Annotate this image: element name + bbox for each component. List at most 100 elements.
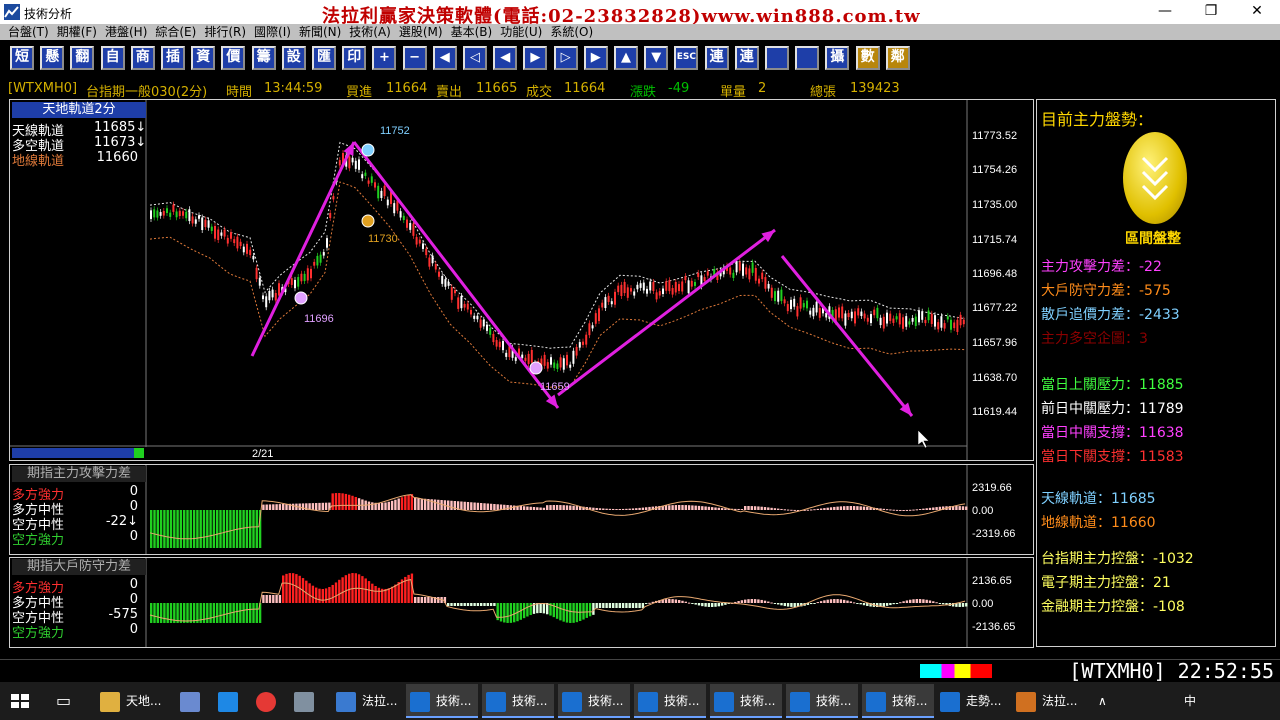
taskbar-item[interactable]: 技術... bbox=[862, 684, 934, 718]
toolbar-button-26[interactable] bbox=[795, 46, 820, 70]
chrome-icon[interactable] bbox=[256, 684, 284, 718]
histogram-bar bbox=[506, 505, 509, 510]
histogram-bar bbox=[615, 508, 618, 510]
candle-body bbox=[191, 216, 194, 224]
histogram-bar bbox=[763, 507, 767, 510]
taskbar-item[interactable]: 技術... bbox=[406, 684, 478, 718]
histogram-bar bbox=[324, 588, 328, 603]
toolbar-button-15[interactable]: ◁ bbox=[463, 46, 487, 70]
histogram-bar bbox=[249, 510, 252, 548]
attack-diff-panel[interactable]: 2319.66 0.00 -2319.66 期指主力攻擊力差 多方強力 0 多方中性 0… bbox=[9, 464, 1034, 555]
histogram-bar bbox=[559, 603, 562, 621]
histogram-bar bbox=[357, 498, 361, 510]
menu-item-technical[interactable]: 技術(A) bbox=[349, 24, 391, 40]
scroll-track[interactable] bbox=[12, 448, 144, 458]
toolbar-button-8[interactable]: 籌 bbox=[251, 46, 276, 70]
menu-item-screener[interactable]: 選股(M) bbox=[399, 24, 443, 40]
candle-body bbox=[866, 317, 869, 322]
toolbar-button-13[interactable]: − bbox=[402, 46, 427, 70]
histogram-bar bbox=[212, 510, 216, 548]
toolbar-button-3[interactable]: 自 bbox=[100, 46, 125, 70]
taskbar-item[interactable]: 技術... bbox=[558, 684, 630, 718]
scroll-thumb[interactable] bbox=[134, 448, 144, 458]
toolbar-button-21[interactable]: ▼ bbox=[644, 46, 669, 70]
signal-marker-icon[interactable] bbox=[361, 214, 375, 228]
histogram-bar bbox=[691, 505, 694, 510]
menu-item-intl[interactable]: 國際(I) bbox=[254, 24, 291, 40]
toolbar-button-16[interactable]: ◀ bbox=[493, 46, 518, 70]
toolbar-button-10[interactable]: 匯 bbox=[312, 46, 336, 70]
histogram-bar bbox=[473, 603, 476, 606]
toolbar-button-14[interactable]: ◀ bbox=[432, 46, 457, 70]
ime-indicator[interactable]: 中 bbox=[1184, 684, 1200, 718]
toolbar-button-4[interactable]: 商 bbox=[130, 46, 155, 70]
toolbar-button-20[interactable]: ▲ bbox=[614, 46, 638, 70]
taskbar-item[interactable]: 法拉... bbox=[1012, 684, 1084, 718]
taskbar-item[interactable]: 法拉... bbox=[332, 684, 404, 718]
edge-icon[interactable] bbox=[218, 684, 246, 718]
menu-item-ranking[interactable]: 排行(R) bbox=[204, 24, 246, 40]
candle-body bbox=[476, 315, 479, 320]
toolbar-button-2[interactable]: 翻 bbox=[70, 46, 95, 70]
toolbar-button-23[interactable]: 連 bbox=[704, 46, 729, 70]
taskbar-item[interactable]: 技術... bbox=[634, 684, 706, 718]
histogram-bar bbox=[918, 509, 922, 511]
toolbar-button-25[interactable] bbox=[765, 46, 789, 70]
toolbar-button-11[interactable]: 印 bbox=[342, 46, 367, 70]
minimize-button[interactable]: — bbox=[1142, 0, 1188, 24]
toolbar-button-19[interactable]: ▶ bbox=[583, 46, 608, 70]
menu-item-hk[interactable]: 港盤(H) bbox=[105, 24, 147, 40]
task-view-icon[interactable]: ▭ bbox=[56, 684, 78, 718]
toolbar-button-7[interactable]: 價 bbox=[221, 46, 246, 70]
candle-body bbox=[786, 304, 789, 312]
toolbar-button-24[interactable]: 連 bbox=[734, 46, 759, 70]
signal-marker-icon[interactable] bbox=[361, 143, 375, 157]
toolbar-button-1[interactable]: 懸 bbox=[40, 46, 65, 70]
histogram-bar bbox=[862, 603, 866, 606]
start-button[interactable] bbox=[10, 684, 36, 718]
computer-icon[interactable] bbox=[180, 684, 208, 718]
signal-marker-icon[interactable] bbox=[294, 291, 308, 305]
taskbar-item[interactable]: 技術... bbox=[482, 684, 554, 718]
toolbar-button-27[interactable]: 攝 bbox=[825, 46, 850, 70]
defense-diff-panel[interactable]: 2136.65 0.00 -2136.65 期指大戶防守力差 多方強力 0 多方中性 0… bbox=[9, 557, 1034, 648]
y-tick-label: 11773.52 bbox=[972, 130, 1017, 142]
trend-item-value: -2433 bbox=[1139, 307, 1180, 323]
histogram-bar bbox=[367, 581, 371, 603]
toolbar-button-28[interactable]: 數 bbox=[855, 46, 880, 70]
toolbar-button-9[interactable]: 設 bbox=[281, 46, 306, 70]
toolbar-button-12[interactable]: + bbox=[372, 46, 397, 70]
menu-item-summary[interactable]: 綜合(E) bbox=[155, 24, 196, 40]
toolbar-button-22[interactable]: ESC bbox=[674, 46, 699, 70]
toolbar-button-5[interactable]: 插 bbox=[161, 46, 185, 70]
explorer-icon[interactable] bbox=[100, 684, 128, 718]
toolbar-button-29[interactable]: 鄰 bbox=[885, 46, 910, 70]
menu-item-taipan[interactable]: 台盤(T) bbox=[8, 24, 49, 40]
settings-icon[interactable] bbox=[294, 684, 322, 718]
menu-item-futures[interactable]: 期權(F) bbox=[57, 24, 97, 40]
signal-marker-icon[interactable] bbox=[529, 361, 543, 375]
taskbar-item[interactable]: 走勢... bbox=[936, 684, 1008, 718]
toolbar-button-17[interactable]: ▶ bbox=[523, 46, 548, 70]
restore-button[interactable]: ❐ bbox=[1188, 0, 1234, 24]
menu-item-news[interactable]: 新聞(N) bbox=[299, 24, 341, 40]
toolbar-button-6[interactable]: 資 bbox=[191, 46, 216, 70]
toolbar-button-0[interactable]: 短 bbox=[10, 46, 34, 70]
menu-item-system[interactable]: 系統(O) bbox=[550, 24, 593, 40]
trend-item: 台指期主力控盤：-1032 bbox=[1041, 548, 1194, 568]
histogram-bar bbox=[783, 509, 786, 511]
taskbar-label-explorer[interactable]: 天地... bbox=[126, 684, 161, 718]
taskbar-item[interactable]: 技術... bbox=[786, 684, 858, 718]
histogram-bar bbox=[674, 599, 678, 603]
toolbar-button-18[interactable]: ▷ bbox=[553, 46, 578, 70]
x-tick-label: 2/21 bbox=[252, 448, 273, 460]
tray-chevron[interactable]: ∧ bbox=[1098, 684, 1114, 718]
menu-item-function[interactable]: 功能(U) bbox=[500, 24, 542, 40]
main-chart-panel[interactable]: 11773.52 11754.26 11735.00 11715.74 11696.48… bbox=[9, 99, 1034, 461]
histogram-bar bbox=[720, 508, 724, 510]
taskbar-item[interactable]: 技術... bbox=[710, 684, 782, 718]
menu-item-fundamental[interactable]: 基本(B) bbox=[451, 24, 493, 40]
close-button[interactable]: ✕ bbox=[1234, 0, 1280, 24]
histogram-bar bbox=[390, 500, 394, 510]
histogram-bar bbox=[159, 603, 163, 623]
